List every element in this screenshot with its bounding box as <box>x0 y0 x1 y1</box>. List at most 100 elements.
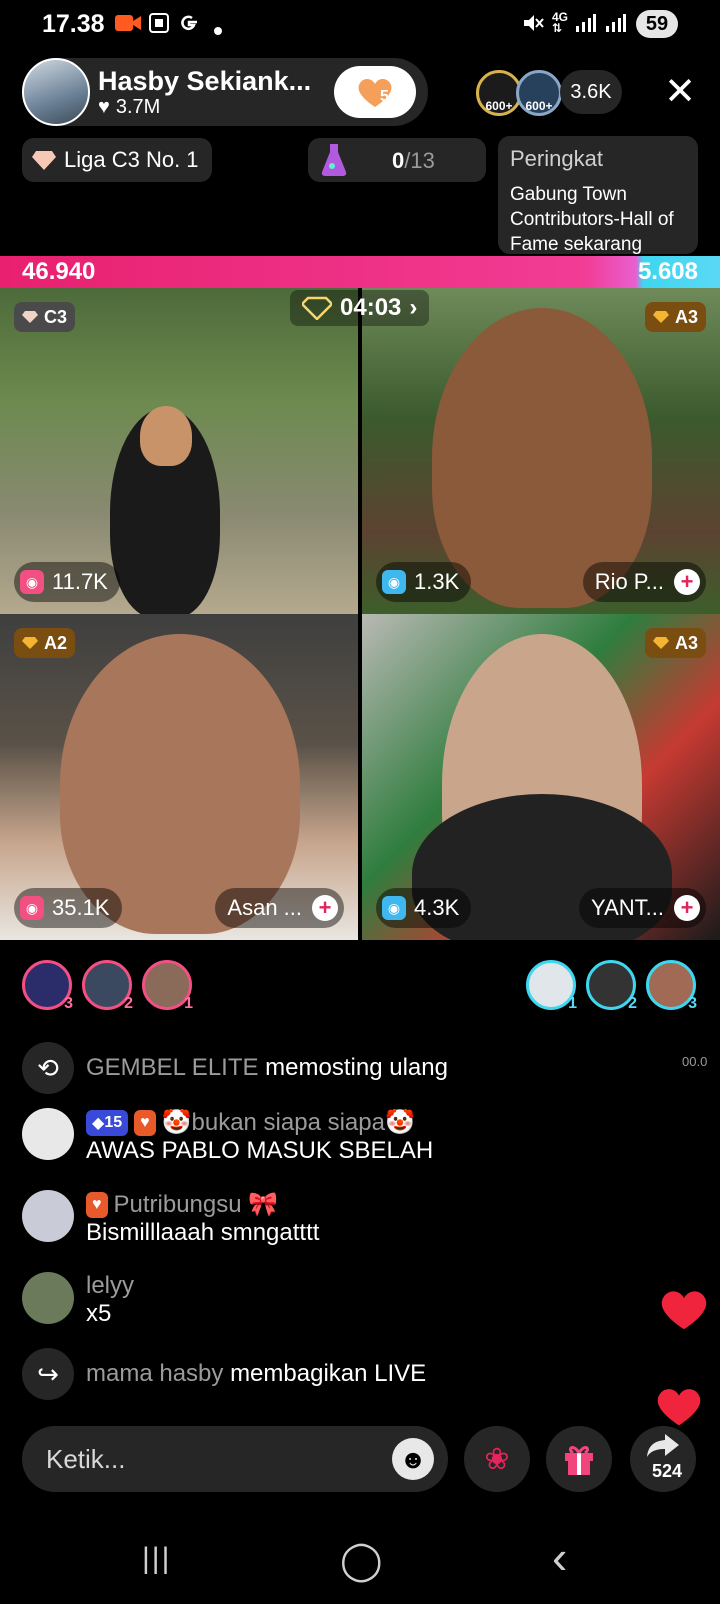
gift-icon <box>565 1446 593 1475</box>
goal-progress-chip[interactable]: 0/13 <box>308 138 486 182</box>
viewer-count[interactable]: 3.6K <box>560 70 622 114</box>
rose-gift-button[interactable]: ❀ <box>464 1426 530 1492</box>
chat-message[interactable]: ♥ Putribungsu 🎀 Bismilllaaah smngatttt <box>22 1190 319 1247</box>
chat-text: AWAS PABLO MASUK SBELAH <box>86 1137 434 1164</box>
comment-input[interactable]: Ketik... ☻ <box>22 1426 448 1492</box>
chat-username: GEMBEL ELITE <box>86 1054 259 1081</box>
guest-name: Asan ... <box>227 895 302 920</box>
video-record-icon <box>114 12 142 40</box>
top-gifter-avatar[interactable]: 1 <box>526 960 577 1012</box>
host-info-pill[interactable]: Hasby Sekiank... ♥ 3.7M 5 <box>22 58 428 126</box>
chat-text: x5 <box>86 1300 112 1327</box>
guest-name-pill[interactable]: Asan ... + <box>215 888 344 928</box>
rank-label: C3 <box>44 306 68 327</box>
score-icon: ◉ <box>382 896 406 920</box>
status-bar: 17.38 4G ⇅ 59 <box>0 0 720 50</box>
share-arrow-icon <box>647 1434 679 1457</box>
top-gifter-avatar[interactable]: 1 <box>142 960 193 1012</box>
guest-score-value: 35.1K <box>52 895 110 920</box>
follow-plus-button[interactable]: + <box>312 895 338 921</box>
guest-name-pill[interactable]: YANT... + <box>579 888 706 928</box>
battle-timer[interactable]: 04:03 › <box>290 290 430 326</box>
ranking-card[interactable]: Peringkat Gabung Town Contributors-Hall … <box>498 136 698 255</box>
system-nav-bar: ||| ◯ ‹ <box>0 1520 720 1604</box>
chat-avatar[interactable] <box>22 1190 74 1242</box>
host-avatar[interactable] <box>22 58 90 126</box>
guest-score: ◉ 35.1K <box>14 888 122 928</box>
signal-icon <box>604 12 626 40</box>
top-gifter-avatar[interactable]: 3 <box>646 960 697 1012</box>
score-icon: ◉ <box>382 570 406 594</box>
right-team-score: 5.608 <box>637 258 698 285</box>
level-value: 15 <box>104 1113 123 1131</box>
chat-avatar[interactable] <box>22 1108 74 1160</box>
side-timer: 00.0 <box>682 1054 708 1069</box>
rank-badge: C3 <box>14 302 76 332</box>
fan-badge-icon: ♥ <box>86 1191 108 1218</box>
follow-button[interactable]: 5 <box>334 66 416 118</box>
chat-username: 🤡bukan siapa siapa🤡 <box>161 1109 415 1136</box>
share-button[interactable] <box>630 1426 696 1492</box>
gift-button[interactable] <box>546 1426 612 1492</box>
guest-score-value: 4.3K <box>414 895 460 920</box>
chat-username: lelyy <box>86 1272 135 1299</box>
gifter-rank: 2 <box>628 995 637 1012</box>
home-button[interactable]: ◯ <box>340 1538 383 1583</box>
back-button[interactable]: ‹ <box>552 1530 567 1584</box>
ranking-description: Gabung Town Contributors-Hall of Fame se… <box>510 184 674 255</box>
host-likes-count: 3.7M <box>115 96 161 118</box>
rank-badge: A2 <box>14 628 76 658</box>
rank-badge: A3 <box>644 302 706 332</box>
battle-score-bar: 46.940 5.608 <box>0 256 720 288</box>
gifter-rank: 1 <box>184 995 193 1012</box>
recents-button[interactable]: ||| <box>142 1542 171 1576</box>
rank-badge: A3 <box>644 628 706 658</box>
chat-text: memosting ulang <box>265 1054 448 1081</box>
top-gifter-avatar[interactable]: 3 <box>22 960 73 1012</box>
top-gifter-avatar[interactable]: 2 <box>82 960 133 1012</box>
chat-text: Bismilllaaah smngatttt <box>86 1219 320 1246</box>
level-badge: ◆ 15 <box>86 1109 129 1136</box>
screenshot-icon <box>148 12 170 40</box>
follow-plus-button[interactable]: + <box>674 569 700 595</box>
chat-avatar[interactable] <box>22 1272 74 1324</box>
top-gifter-avatar[interactable]: 2 <box>586 960 637 1012</box>
guest-name: YANT... <box>591 895 664 920</box>
comment-placeholder: Ketik... <box>46 1444 126 1474</box>
guest-face <box>140 406 192 466</box>
google-icon <box>178 12 200 40</box>
timer-value: 04:03 <box>340 294 402 321</box>
guest-score: ◉ 11.7K <box>14 562 120 602</box>
score-icon: ◉ <box>20 570 44 594</box>
guest-video-tile[interactable]: C3 ◉ 11.7K <box>0 288 358 614</box>
gifter-rank: 2 <box>124 995 133 1012</box>
guest-video-tile[interactable]: A3 ◉ 1.3K Rio P... + <box>362 288 720 614</box>
chevron-right-icon: › <box>409 294 418 321</box>
left-team-score: 46.940 <box>22 258 96 285</box>
rose-icon: ❀ <box>484 1442 510 1476</box>
score-icon: ◉ <box>20 896 44 920</box>
gifter-rank: 3 <box>688 995 697 1012</box>
guest-video-tile[interactable]: A3 ◉ 4.3K YANT... + <box>362 614 720 940</box>
share-count: 524 <box>652 1461 683 1481</box>
floating-heart-icon <box>661 1291 707 1330</box>
chat-text: membagikan LIVE <box>230 1360 427 1387</box>
emoji-icon[interactable]: ☻ <box>392 1438 434 1480</box>
top-viewer-avatar[interactable]: 600+ <box>516 70 562 116</box>
follow-plus-button[interactable]: + <box>674 895 700 921</box>
guest-name: Rio P... <box>594 569 664 594</box>
guest-name-pill[interactable]: Rio P... + <box>582 562 706 602</box>
chat-message[interactable]: lelyy x5 <box>22 1272 134 1328</box>
chat-message[interactable]: ◆ 15 ♥ 🤡bukan siapa siapa🤡 AWAS PABLO MA… <box>22 1108 433 1165</box>
top-viewers[interactable]: 600+ 600+ <box>476 70 562 116</box>
rank-label: A2 <box>44 632 68 653</box>
guest-score-value: 1.3K <box>414 569 460 594</box>
diamond-icon <box>32 151 56 170</box>
guest-video-tile[interactable]: A2 ◉ 35.1K Asan ... + <box>0 614 358 940</box>
league-label: Liga C3 No. 1 <box>64 147 199 172</box>
dot-icon <box>214 15 222 41</box>
league-chip[interactable]: Liga C3 No. 1 <box>22 138 212 182</box>
follow-count: 5 <box>380 88 389 105</box>
gifter-rank: 3 <box>64 995 73 1012</box>
close-button[interactable]: ✕ <box>660 72 700 112</box>
